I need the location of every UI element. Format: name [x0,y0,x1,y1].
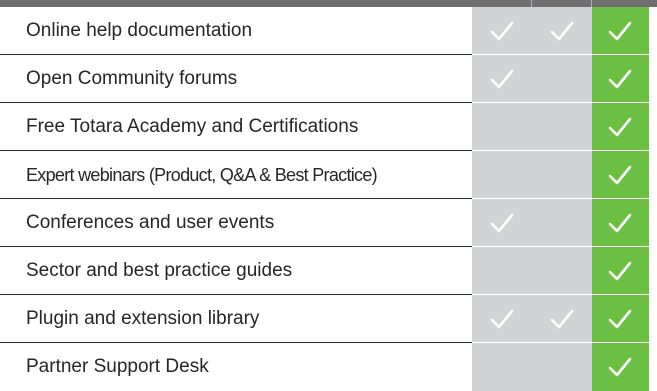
table-header-bar [0,0,657,7]
checkmark-icon [548,307,576,331]
checkmark-icon [606,67,634,91]
checkmark-icon [488,211,516,235]
checkmark-icon [488,19,516,43]
column-divider [591,0,592,7]
checkmark-icon [606,163,634,187]
checkmark-icon [606,115,634,139]
table-row: Open Community forums [0,55,657,103]
checkmark-icon [606,211,634,235]
table-row: Plugin and extension library [0,295,657,343]
feature-label: Online help documentation [26,20,253,41]
table-row: Conferences and user events [0,199,657,247]
table-row: Partner Support Desk [0,343,657,391]
table-row: Sector and best practice guides [0,247,657,295]
table-row: Expert webinars (Product, Q&A & Best Pra… [0,151,657,199]
feature-label: Open Community forums [26,68,238,89]
feature-table: Online help documentation Open Community… [0,7,657,391]
checkmark-icon [606,355,634,379]
column-divider [531,0,532,7]
checkmark-icon [606,19,634,43]
feature-label: Sector and best practice guides [26,260,293,281]
table-row: Free Totara Academy and Certifications [0,103,657,151]
checkmark-icon [488,307,516,331]
feature-label: Plugin and extension library [26,308,260,329]
checkmark-icon [606,259,634,283]
feature-label: Conferences and user events [26,212,275,233]
table-row: Online help documentation [0,7,657,55]
checkmark-icon [606,307,634,331]
feature-label: Expert webinars (Product, Q&A & Best Pra… [26,165,378,185]
feature-label: Free Totara Academy and Certifications [26,116,359,137]
checkmark-icon [548,19,576,43]
feature-label: Partner Support Desk [26,356,209,377]
checkmark-icon [488,67,516,91]
